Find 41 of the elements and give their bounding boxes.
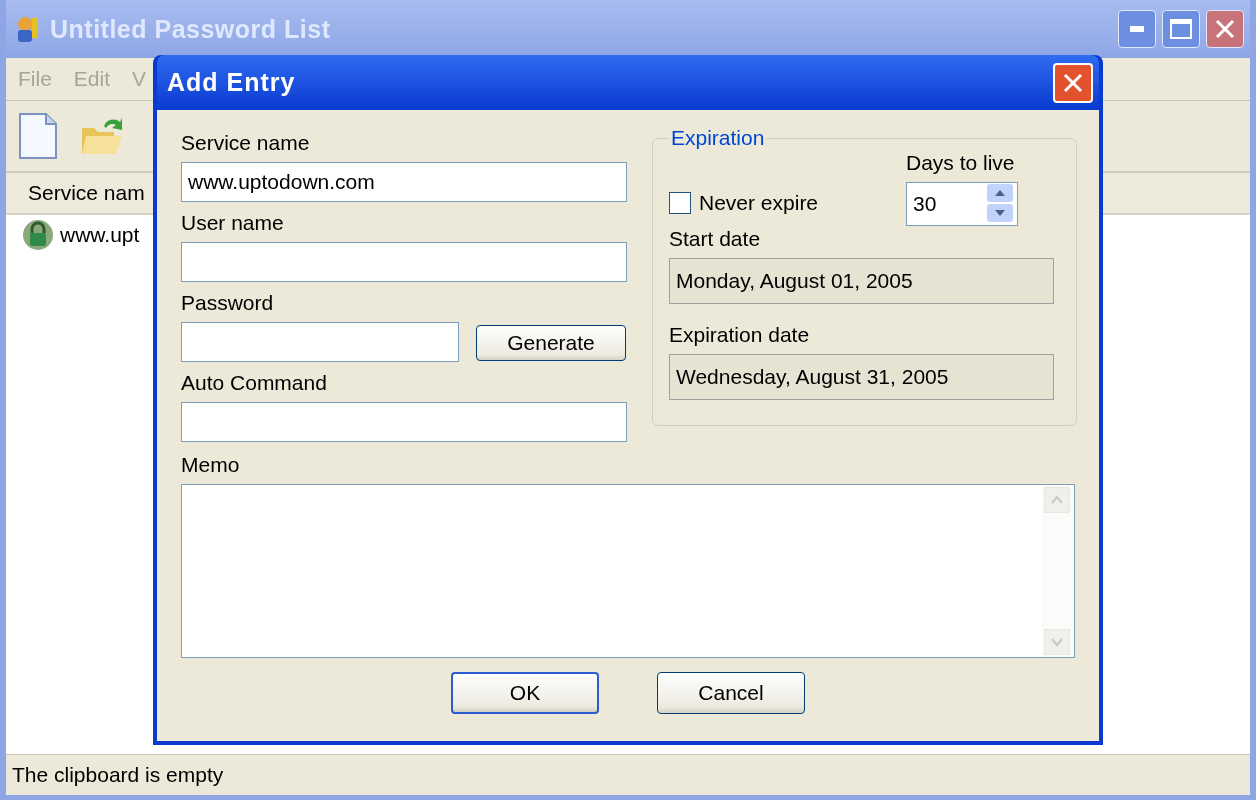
input-field[interactable]: www.uptodown.com (181, 162, 627, 202)
input-field[interactable] (181, 322, 459, 362)
checkbox[interactable] (669, 192, 691, 214)
window-title: Untitled Password List (50, 14, 332, 44)
field-label: User name (181, 210, 285, 236)
scroll-up-icon[interactable] (1044, 487, 1070, 513)
field-label: Password (181, 290, 275, 316)
spin-down-icon[interactable] (987, 204, 1013, 222)
field-label: Auto Command (181, 370, 328, 396)
close-icon (1062, 71, 1084, 94)
close-icon (1215, 19, 1235, 39)
dialog-title: Add Entry (167, 68, 297, 97)
column-header[interactable]: Service nam (28, 181, 145, 205)
close-button[interactable] (1206, 10, 1244, 48)
field-label: Service name (181, 130, 311, 156)
maximize-icon (1170, 19, 1192, 39)
minimize-button[interactable] (1118, 10, 1156, 48)
spin-field[interactable]: 30 (906, 182, 1018, 226)
field-label: Start date (669, 227, 761, 250)
field-label: Memo (181, 452, 241, 478)
minimize-icon (1130, 26, 1144, 32)
field-label: Expiration date (669, 323, 810, 346)
scrollbar[interactable] (1042, 485, 1074, 657)
new-document-icon[interactable] (18, 112, 58, 160)
group-title: Expiration (670, 126, 766, 150)
input-field[interactable] (181, 242, 627, 282)
date-field: Wednesday, August 31, 2005 (669, 354, 1054, 400)
spin-up-icon[interactable] (987, 184, 1013, 202)
list-cell[interactable]: www.upt (60, 223, 140, 247)
dialog-button[interactable]: OK (451, 672, 599, 714)
field-label: Days to live (906, 150, 1016, 176)
scroll-down-icon[interactable] (1044, 629, 1070, 655)
generate-button[interactable]: Generate (476, 325, 626, 361)
maximize-button[interactable] (1162, 10, 1200, 48)
input-field[interactable] (181, 402, 627, 442)
lock-icon (22, 219, 54, 251)
status-text: The clipboard is empty (12, 763, 224, 787)
memo-field[interactable] (181, 484, 1075, 658)
checkbox-label[interactable]: Never expire (699, 190, 819, 216)
date-field: Monday, August 01, 2005 (669, 258, 1054, 304)
dialog-button[interactable]: Cancel (657, 672, 805, 714)
